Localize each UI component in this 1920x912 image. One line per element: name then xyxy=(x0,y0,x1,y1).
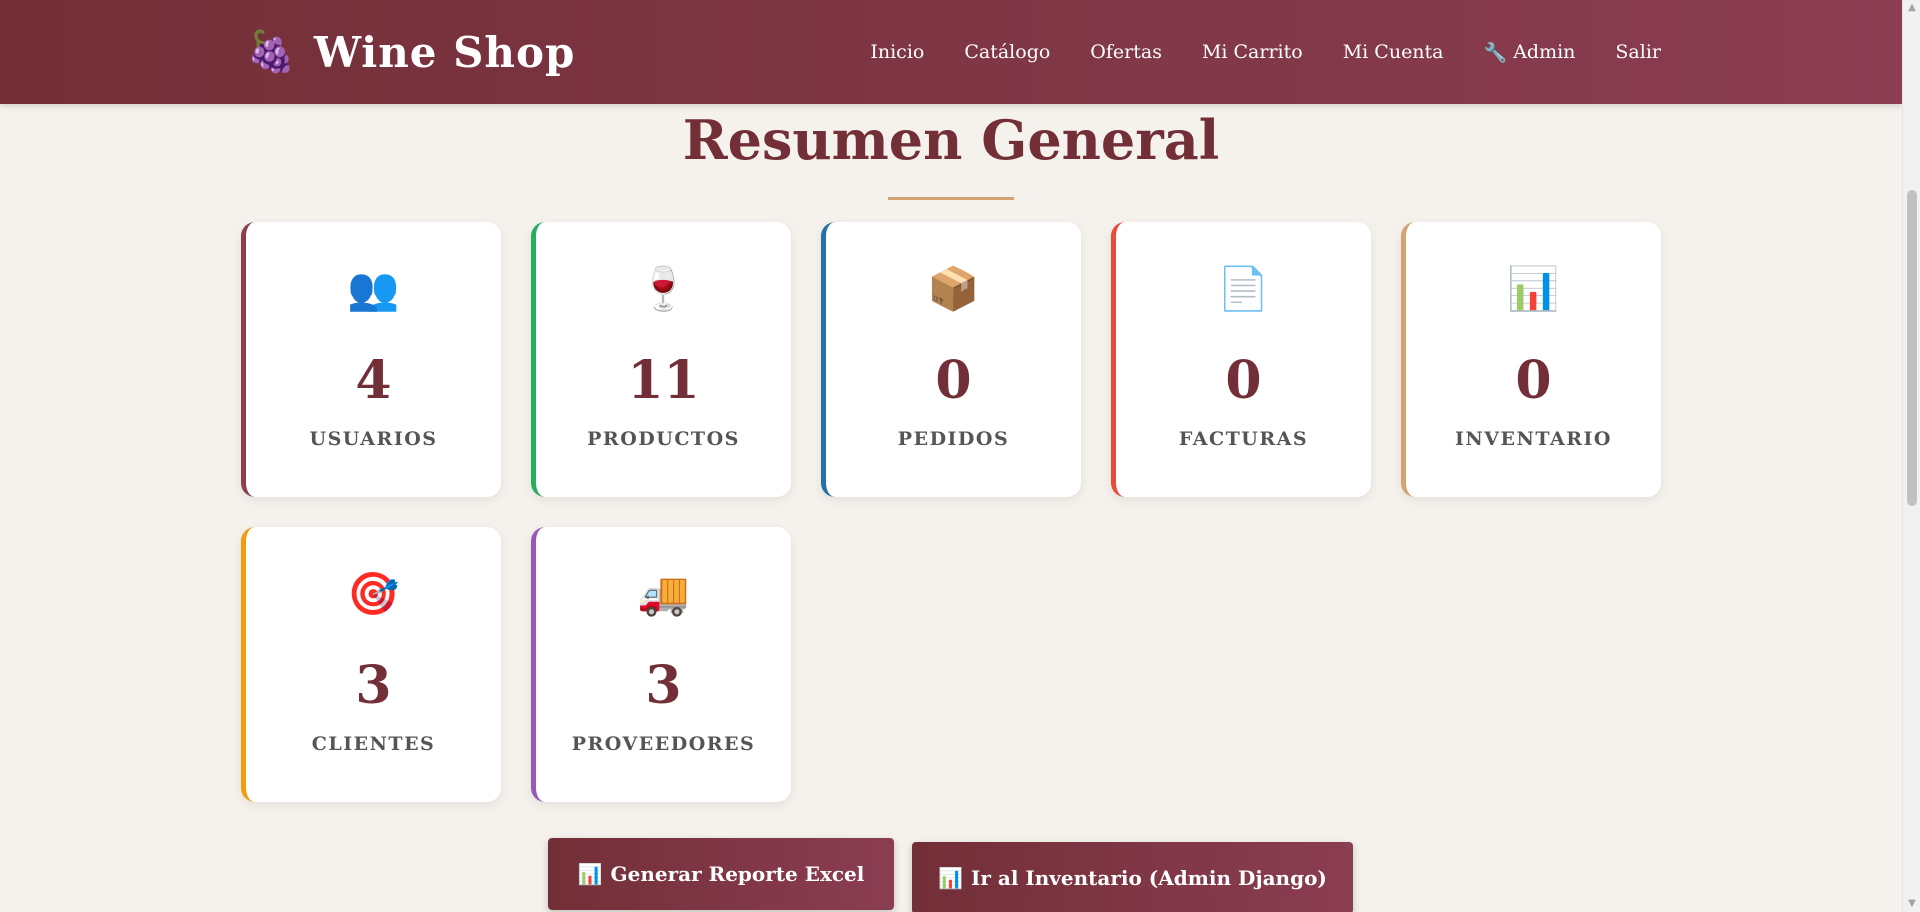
nav-link-label: Mi Cuenta xyxy=(1342,41,1444,63)
stat-label: FACTURAS xyxy=(1178,428,1309,450)
stat-label: CLIENTES xyxy=(311,733,436,755)
stat-card-proveedores: 🚚 3 PROVEEDORES xyxy=(531,527,791,802)
nav-link-label: Salir xyxy=(1615,41,1661,63)
nav-link-admin[interactable]: 🔧 Admin xyxy=(1484,41,1576,64)
stats-grid: 👥 4 USUARIOS 🍷 11 PRODUCTOS 📦 0 PEDIDOS … xyxy=(241,222,1661,802)
stat-value: 3 xyxy=(645,655,682,716)
nav-link-ofertas[interactable]: Ofertas xyxy=(1090,41,1162,63)
stat-value: 0 xyxy=(1515,350,1552,411)
nav-link-label: Catálogo xyxy=(964,41,1051,63)
wrench-icon: 🔧 xyxy=(1483,41,1508,64)
button-label: Ir al Inventario (Admin Django) xyxy=(971,866,1327,890)
bar-chart-icon: 📊 xyxy=(577,862,603,886)
stat-label: PEDIDOS xyxy=(897,428,1010,450)
nav-link-salir[interactable]: Salir xyxy=(1615,41,1661,63)
generate-excel-report-button[interactable]: 📊 Generar Reporte Excel xyxy=(548,838,894,910)
bar-chart-icon: 📊 xyxy=(938,866,963,890)
grapes-icon: 🍇 xyxy=(246,29,296,75)
bar-chart-icon: 📊 xyxy=(1507,264,1560,313)
button-label: Generar Reporte Excel xyxy=(610,862,865,886)
brand-logo-link[interactable]: 🍇 Wine Shop xyxy=(246,22,575,82)
stat-card-pedidos: 📦 0 PEDIDOS xyxy=(821,222,1081,497)
nav-link-label: Mi Carrito xyxy=(1201,41,1303,63)
users-icon: 👥 xyxy=(347,264,400,313)
nav-link-mi-cuenta[interactable]: Mi Cuenta xyxy=(1343,41,1444,63)
stat-card-inventario: 📊 0 INVENTARIO xyxy=(1401,222,1661,497)
stat-card-productos: 🍷 11 PRODUCTOS xyxy=(531,222,791,497)
title-divider xyxy=(888,197,1014,200)
nav-link-label: Inicio xyxy=(870,41,925,63)
top-navbar: 🍇 Wine Shop Inicio Catálogo Ofertas Mi C… xyxy=(0,0,1902,104)
scroll-up-arrow-icon[interactable]: ▲ xyxy=(1903,0,1920,16)
vertical-scrollbar[interactable]: ▲ ▼ xyxy=(1902,0,1920,912)
go-to-inventory-button[interactable]: 📊 Ir al Inventario (Admin Django) xyxy=(912,842,1353,912)
stat-value: 0 xyxy=(1225,350,1262,411)
page-title: Resumen General xyxy=(682,108,1220,172)
stat-value: 4 xyxy=(355,350,392,411)
nav-link-mi-carrito[interactable]: Mi Carrito xyxy=(1202,41,1303,63)
nav-link-inicio[interactable]: Inicio xyxy=(870,41,924,63)
nav-link-label: Ofertas xyxy=(1090,41,1162,63)
package-icon: 📦 xyxy=(927,264,980,313)
nav-link-catalogo[interactable]: Catálogo xyxy=(964,41,1050,63)
nav-links: Inicio Catálogo Ofertas Mi Carrito Mi Cu… xyxy=(870,0,1661,104)
document-icon: 📄 xyxy=(1217,264,1270,313)
stat-label: PROVEEDORES xyxy=(571,733,756,755)
scroll-down-arrow-icon[interactable]: ▼ xyxy=(1903,896,1920,912)
nav-link-label: Admin xyxy=(1513,41,1576,63)
brand-name: Wine Shop xyxy=(313,27,576,77)
scrollbar-thumb[interactable] xyxy=(1907,190,1917,506)
target-icon: 🎯 xyxy=(347,569,400,618)
stat-card-usuarios: 👥 4 USUARIOS xyxy=(241,222,501,497)
stat-value: 0 xyxy=(935,350,972,411)
stat-label: USUARIOS xyxy=(309,428,438,450)
stat-value: 3 xyxy=(355,655,392,716)
wine-glass-icon: 🍷 xyxy=(637,264,690,313)
stat-label: INVENTARIO xyxy=(1455,428,1612,450)
stat-label: PRODUCTOS xyxy=(587,428,740,450)
truck-icon: 🚚 xyxy=(637,569,690,618)
stat-value: 11 xyxy=(627,350,700,411)
stat-card-clientes: 🎯 3 CLIENTES xyxy=(241,527,501,802)
stat-card-facturas: 📄 0 FACTURAS xyxy=(1111,222,1371,497)
